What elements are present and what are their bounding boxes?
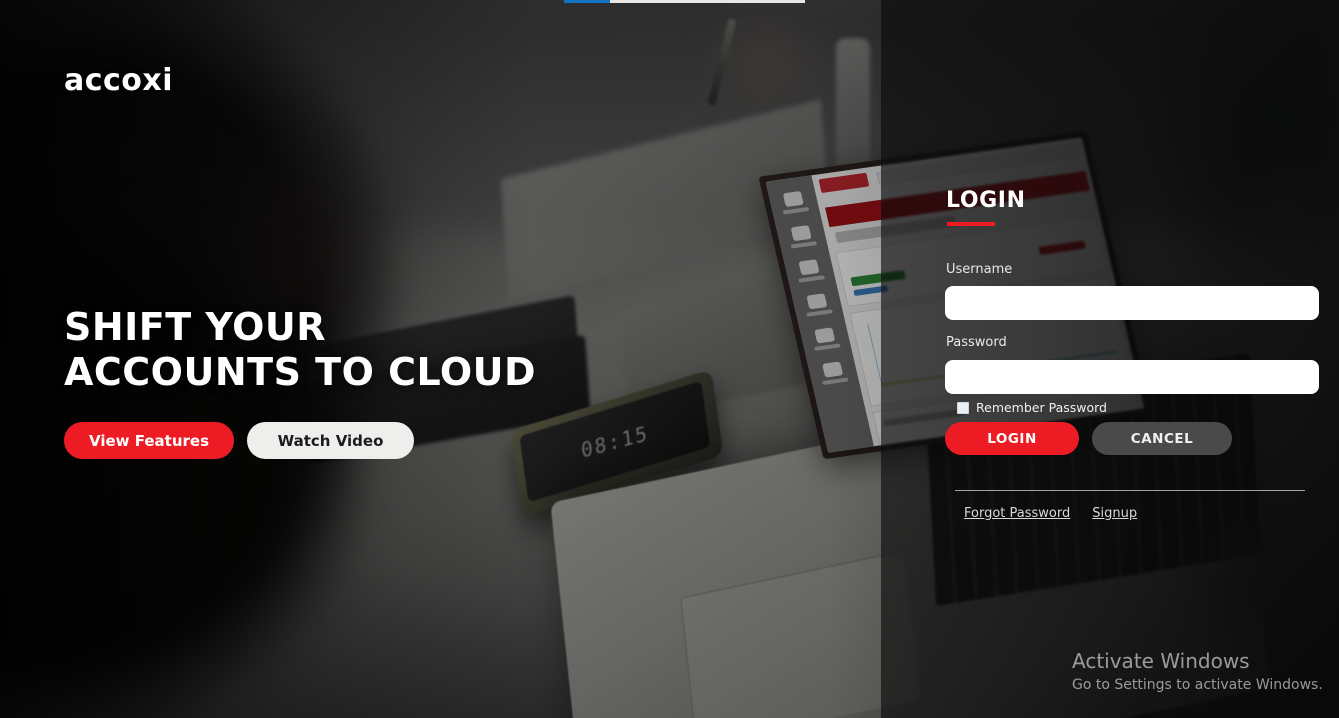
hero-title-line-1: SHIFT YOUR: [64, 305, 327, 349]
watermark-title: Activate Windows: [1072, 649, 1250, 673]
page-loading-bar: [564, 0, 805, 3]
login-title-underline: [947, 222, 995, 226]
remember-password-row: Remember Password: [957, 400, 1107, 415]
login-panel: LOGIN Username Password Remember Passwor…: [881, 0, 1339, 718]
forgot-password-link[interactable]: Forgot Password: [964, 506, 1070, 521]
page-title: SHIFT YOUR ACCOUNTS TO CLOUD: [64, 305, 684, 395]
accoxi-logo[interactable]: accoxi: [64, 66, 173, 96]
password-input[interactable]: [945, 360, 1319, 394]
hero-title-line-2: ACCOUNTS TO CLOUD: [64, 350, 537, 394]
login-panel-title: LOGIN: [946, 188, 1026, 213]
watch-video-button[interactable]: Watch Video: [247, 422, 414, 459]
watermark-subtitle: Go to Settings to activate Windows.: [1072, 677, 1323, 693]
windows-activation-watermark: Activate Windows Go to Settings to activ…: [1072, 648, 1323, 695]
cancel-button[interactable]: CANCEL: [1092, 422, 1232, 455]
password-label: Password: [946, 335, 1007, 350]
page-loading-bar-fill: [564, 0, 610, 3]
login-button[interactable]: LOGIN: [945, 422, 1079, 455]
remember-password-checkbox[interactable]: [957, 401, 969, 414]
remember-password-label: Remember Password: [976, 400, 1107, 415]
login-screen: 08:15: [0, 0, 1339, 718]
username-input[interactable]: [945, 286, 1319, 320]
login-links-row: Forgot Password Signup: [964, 506, 1137, 521]
login-action-row: LOGIN CANCEL: [945, 422, 1232, 455]
view-features-button[interactable]: View Features: [64, 422, 234, 459]
hero-button-group: View Features Watch Video: [64, 422, 684, 459]
username-label: Username: [946, 262, 1013, 277]
signup-link[interactable]: Signup: [1092, 506, 1137, 521]
login-panel-divider: [955, 490, 1305, 491]
hero-content: SHIFT YOUR ACCOUNTS TO CLOUD View Featur…: [64, 305, 684, 459]
